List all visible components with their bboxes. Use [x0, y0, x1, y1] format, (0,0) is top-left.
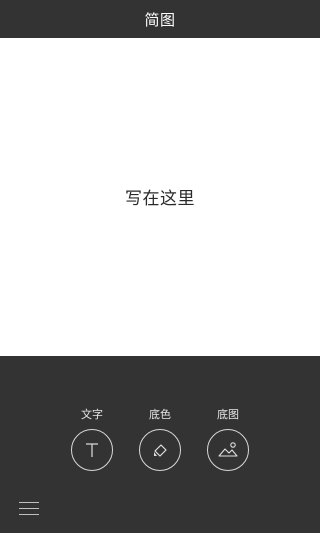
menu-line	[19, 508, 39, 509]
text-icon	[86, 443, 98, 457]
bottom-toolbar: 文字 底色 底图	[0, 356, 320, 533]
background-color-tool-label: 底色	[149, 408, 171, 421]
card-canvas[interactable]: 写在这里	[0, 38, 320, 356]
text-tool-button[interactable]: 文字	[67, 408, 117, 471]
background-image-tool-circle[interactable]	[207, 429, 249, 471]
fill-bucket-icon	[154, 444, 167, 457]
text-tool-label: 文字	[81, 408, 103, 421]
canvas-placeholder-text[interactable]: 写在这里	[125, 184, 195, 209]
background-color-tool-circle[interactable]	[139, 429, 181, 471]
page-title: 简图	[144, 10, 176, 29]
app-screen: 简图 写在这里 文字 底色 底图	[0, 0, 320, 533]
background-image-tool-label: 底图	[217, 408, 239, 421]
text-tool-circle[interactable]	[71, 429, 113, 471]
background-image-tool-button[interactable]: 底图	[203, 408, 253, 471]
title-bar: 简图	[0, 0, 320, 38]
menu-line	[19, 502, 39, 503]
menu-line	[19, 514, 39, 515]
background-color-tool-button[interactable]: 底色	[135, 408, 185, 471]
image-icon	[218, 442, 238, 457]
hamburger-menu-icon[interactable]	[19, 502, 39, 518]
